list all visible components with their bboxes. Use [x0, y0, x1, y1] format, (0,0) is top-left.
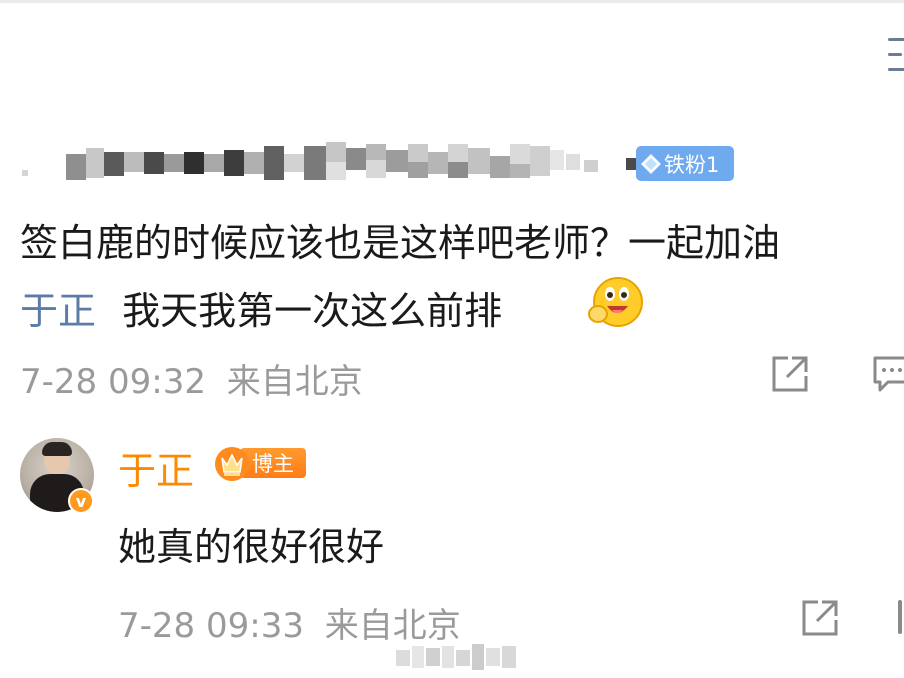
- comment-location: 来自北京: [226, 362, 363, 402]
- comment-text-line1: 签白鹿的时候应该也是这样吧老师？一起加油: [20, 221, 781, 265]
- comment-text-line2: 于正 我天我第一次这么前排: [20, 280, 502, 335]
- reply-meta: 7-28 09:33 来自北京: [118, 598, 461, 647]
- reply-author-name[interactable]: 于正: [118, 440, 194, 495]
- comment-icon-edge[interactable]: [898, 600, 902, 634]
- share-icon[interactable]: [770, 354, 810, 394]
- fan-badge-label: 铁粉1: [664, 152, 720, 177]
- share-icon[interactable]: [800, 598, 840, 638]
- verified-badge: v: [68, 488, 94, 514]
- blogger-badge: 博主: [214, 444, 308, 482]
- mention-link[interactable]: 于正: [20, 289, 96, 333]
- diamond-icon: [641, 153, 661, 174]
- watermark-logo: [396, 644, 516, 670]
- menu-icon[interactable]: [888, 38, 904, 72]
- top-divider: [0, 0, 904, 3]
- comment-text-line2-content: 我天我第一次这么前排: [122, 289, 503, 333]
- reply-text: 她真的很好很好: [118, 525, 385, 569]
- grinning-emoji: [588, 277, 643, 327]
- reply-location: 来自北京: [324, 606, 461, 646]
- comment-meta: 7-28 09:32 来自北京: [20, 354, 363, 403]
- comment-timestamp: 7-28 09:32: [20, 362, 206, 402]
- comment-icon[interactable]: [872, 354, 904, 394]
- redacted-username[interactable]: [20, 140, 640, 184]
- reply-timestamp: 7-28 09:33: [118, 606, 304, 646]
- fan-level-badge[interactable]: 铁粉1: [636, 146, 734, 181]
- crown-icon: [215, 447, 249, 481]
